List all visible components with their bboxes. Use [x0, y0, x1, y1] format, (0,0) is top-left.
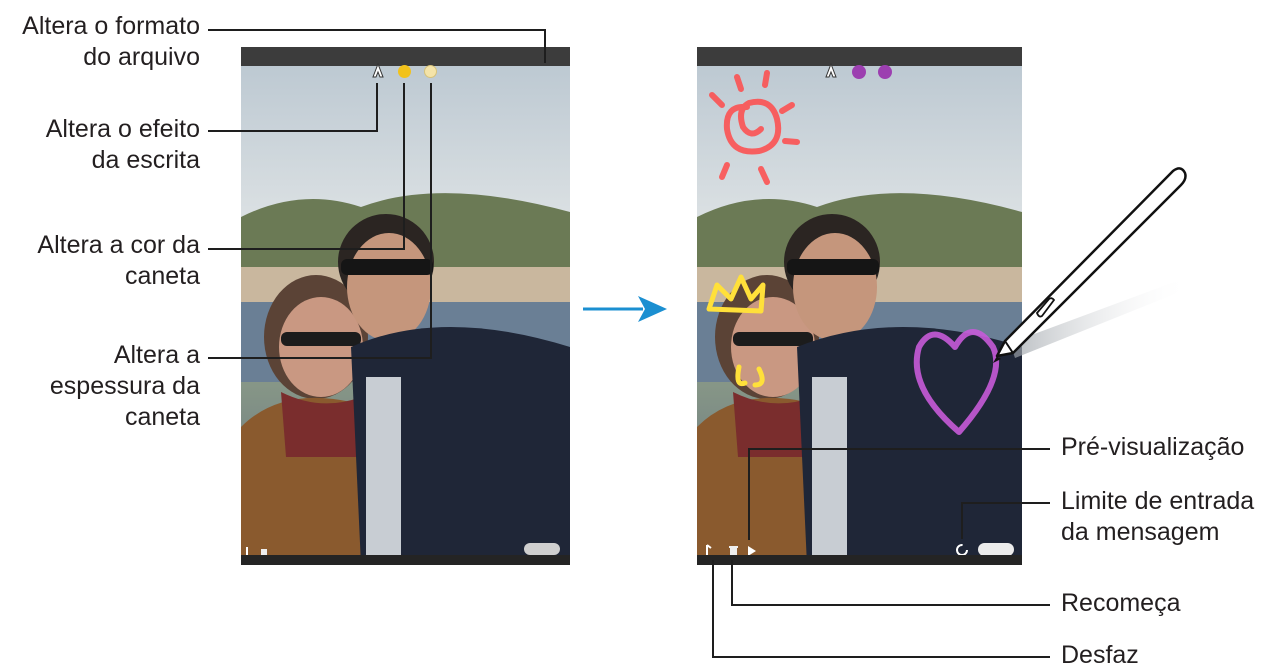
callout-lines	[208, 29, 1050, 658]
